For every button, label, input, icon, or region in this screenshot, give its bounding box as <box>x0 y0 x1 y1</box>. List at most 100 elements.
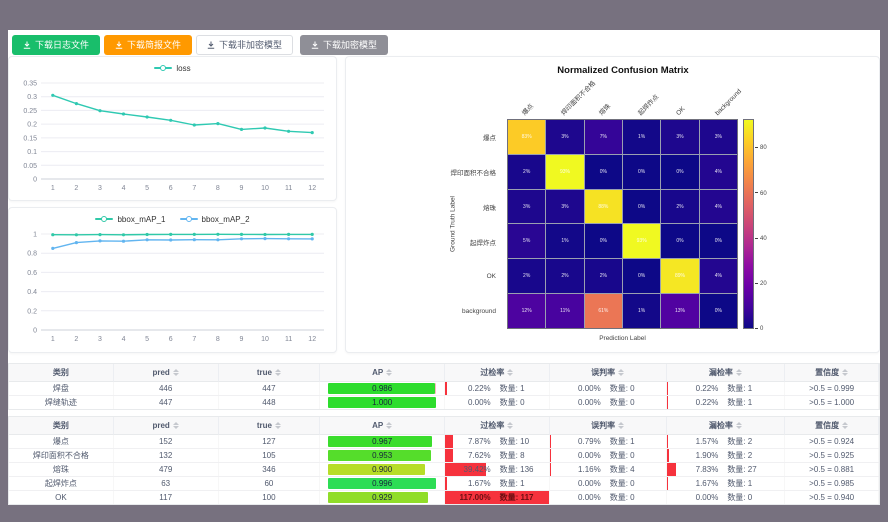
matrix-cell: 61% <box>585 294 622 328</box>
pred-cell: 447 <box>114 396 219 409</box>
col-header-true[interactable]: true <box>219 364 321 382</box>
matrix-cell-value: 3% <box>676 134 683 140</box>
matrix-cell: 3% <box>661 120 698 154</box>
misjudge-cell: 0.00%数量: 0 <box>550 396 667 409</box>
matrix-cell-value: 1% <box>638 308 645 314</box>
true-cell: 447 <box>219 382 321 395</box>
line-plot: 00.20.40.60.81123456789101112 <box>11 228 336 350</box>
sort-icon <box>618 369 624 376</box>
rate-count: 数量: 1 <box>491 383 549 394</box>
matrix-cell: 0% <box>623 190 660 224</box>
col-header-ap[interactable]: AP <box>320 417 445 435</box>
col-header-pred[interactable]: pred <box>114 417 219 435</box>
confidence-cell: >0.5 = 0.985 <box>785 477 879 490</box>
matrix-cell: 5% <box>508 224 545 258</box>
rate-percent: 7.62% <box>445 451 491 460</box>
svg-text:0.05: 0.05 <box>23 163 37 170</box>
matrix-cell-value: 88% <box>598 204 608 210</box>
ap-cell: 0.929 <box>320 491 445 504</box>
download-unencrypted-model-button[interactable]: 下载非加密模型 <box>196 35 293 55</box>
sort-icon <box>386 369 392 376</box>
col-header-misjudge[interactable]: 误判率 <box>550 364 667 382</box>
ap-bar: 0.900 <box>328 464 436 475</box>
svg-text:0: 0 <box>33 328 37 335</box>
confidence-cell: >0.5 = 1.000 <box>785 396 879 409</box>
colorbar-tick: 40 <box>755 236 767 242</box>
line-plot: 00.050.10.150.20.250.30.3512345678910111… <box>11 77 336 199</box>
col-header-miss[interactable]: 漏检率 <box>667 417 786 435</box>
button-label: 下载简报文件 <box>127 41 181 50</box>
rate-count: 数量: 2 <box>718 450 784 461</box>
legend-item-bbox_mAP_1[interactable]: bbox_mAP_1 <box>95 215 165 224</box>
matrix-cell-value: 3% <box>715 134 722 140</box>
rate-count: 数量: 2 <box>718 436 784 447</box>
matrix-cell: 88% <box>585 190 622 224</box>
rate-count: 数量: 8 <box>491 450 549 461</box>
download-icon <box>207 41 215 49</box>
col-header-misjudge[interactable]: 误判率 <box>550 417 667 435</box>
legend-item-bbox_mAP_2[interactable]: bbox_mAP_2 <box>180 215 250 224</box>
svg-text:1: 1 <box>51 336 55 343</box>
matrix-cell-value: 3% <box>523 204 530 210</box>
class-name-cell: 熔珠 <box>9 463 114 476</box>
detection-table-1: 类别 predtrue AP 过检率 误判率漏检率置信度焊盘4464470.9860.2… <box>8 363 880 410</box>
legend-label: bbox_mAP_2 <box>202 215 250 224</box>
col-header-confidence[interactable]: 置信度 <box>785 364 879 382</box>
download-report-button[interactable]: 下载简报文件 <box>104 35 192 55</box>
table-row: 焊盘4464470.9860.22%数量: 10.00%数量: 00.22%数量… <box>9 382 879 396</box>
matrix-cell: 1% <box>623 294 660 328</box>
legend-item-loss[interactable]: loss <box>154 64 190 73</box>
matrix-column-label: 爆点 <box>519 101 535 117</box>
ap-cell: 1.000 <box>320 396 445 409</box>
table-body: 焊盘4464470.9860.22%数量: 10.00%数量: 00.22%数量… <box>9 382 879 409</box>
download-icon <box>311 41 319 49</box>
matrix-column-label: OK <box>675 105 687 117</box>
matrix-cell-value: 83% <box>522 134 532 140</box>
true-cell: 448 <box>219 396 321 409</box>
col-header-pred[interactable]: pred <box>114 364 219 382</box>
overkill-cell: 0.22%数量: 1 <box>445 382 550 395</box>
col-header-label: 过检率 <box>480 367 504 378</box>
class-name-cell: OK <box>9 491 114 504</box>
rate-count: 数量: 1 <box>718 383 784 394</box>
table-row: 起焊炸点63600.9961.67%数量: 10.00%数量: 01.67%数量… <box>9 477 879 491</box>
col-header-overkill[interactable]: 过检率 <box>445 417 550 435</box>
matrix-cell: 12% <box>508 294 545 328</box>
rate-percent: 0.22% <box>667 398 719 407</box>
col-header-miss[interactable]: 漏检率 <box>667 364 786 382</box>
matrix-row-label: 焊印面积不合格 <box>346 154 501 189</box>
matrix-cell: 4% <box>700 155 737 189</box>
matrix-column-label: 起焊炸点 <box>635 92 660 117</box>
col-header-label: AP <box>372 368 383 377</box>
matrix-cell-value: 0% <box>600 169 607 175</box>
table-body: 爆点1521270.9677.87%数量: 100.79%数量: 11.57%数… <box>9 435 879 504</box>
download-log-button[interactable]: 下载日志文件 <box>12 35 100 55</box>
matrix-cell: 2% <box>546 259 583 293</box>
col-header-label: 过检率 <box>480 420 504 431</box>
sort-icon <box>618 422 624 429</box>
svg-text:11: 11 <box>285 336 292 343</box>
matrix-cell: 0% <box>623 155 660 189</box>
download-encrypted-model-button[interactable]: 下载加密模型 <box>300 35 388 55</box>
rate-count: 数量: 136 <box>491 464 549 475</box>
rate-count: 数量: 0 <box>491 397 549 408</box>
ap-cell: 0.967 <box>320 435 445 448</box>
svg-text:9: 9 <box>240 185 244 192</box>
col-header-label: 类别 <box>53 367 69 378</box>
col-header-overkill[interactable]: 过检率 <box>445 364 550 382</box>
ap-bar: 1.000 <box>328 397 436 408</box>
rate-count: 数量: 10 <box>491 436 549 447</box>
matrix-cell-value: 7% <box>600 134 607 140</box>
class-name-cell: 焊盘 <box>9 382 114 395</box>
col-header-confidence[interactable]: 置信度 <box>785 417 879 435</box>
matrix-cell-value: 3% <box>561 204 568 210</box>
matrix-cell: 2% <box>661 190 698 224</box>
ap-bar: 0.996 <box>328 478 436 489</box>
matrix-cell-value: 61% <box>598 308 608 314</box>
svg-text:1: 1 <box>51 185 55 192</box>
col-header-ap[interactable]: AP <box>320 364 445 382</box>
matrix-row-label: background <box>346 294 501 329</box>
rate-count: 数量: 0 <box>601 492 666 503</box>
col-header-true[interactable]: true <box>219 417 321 435</box>
colorbar-tick: 60 <box>755 191 767 197</box>
